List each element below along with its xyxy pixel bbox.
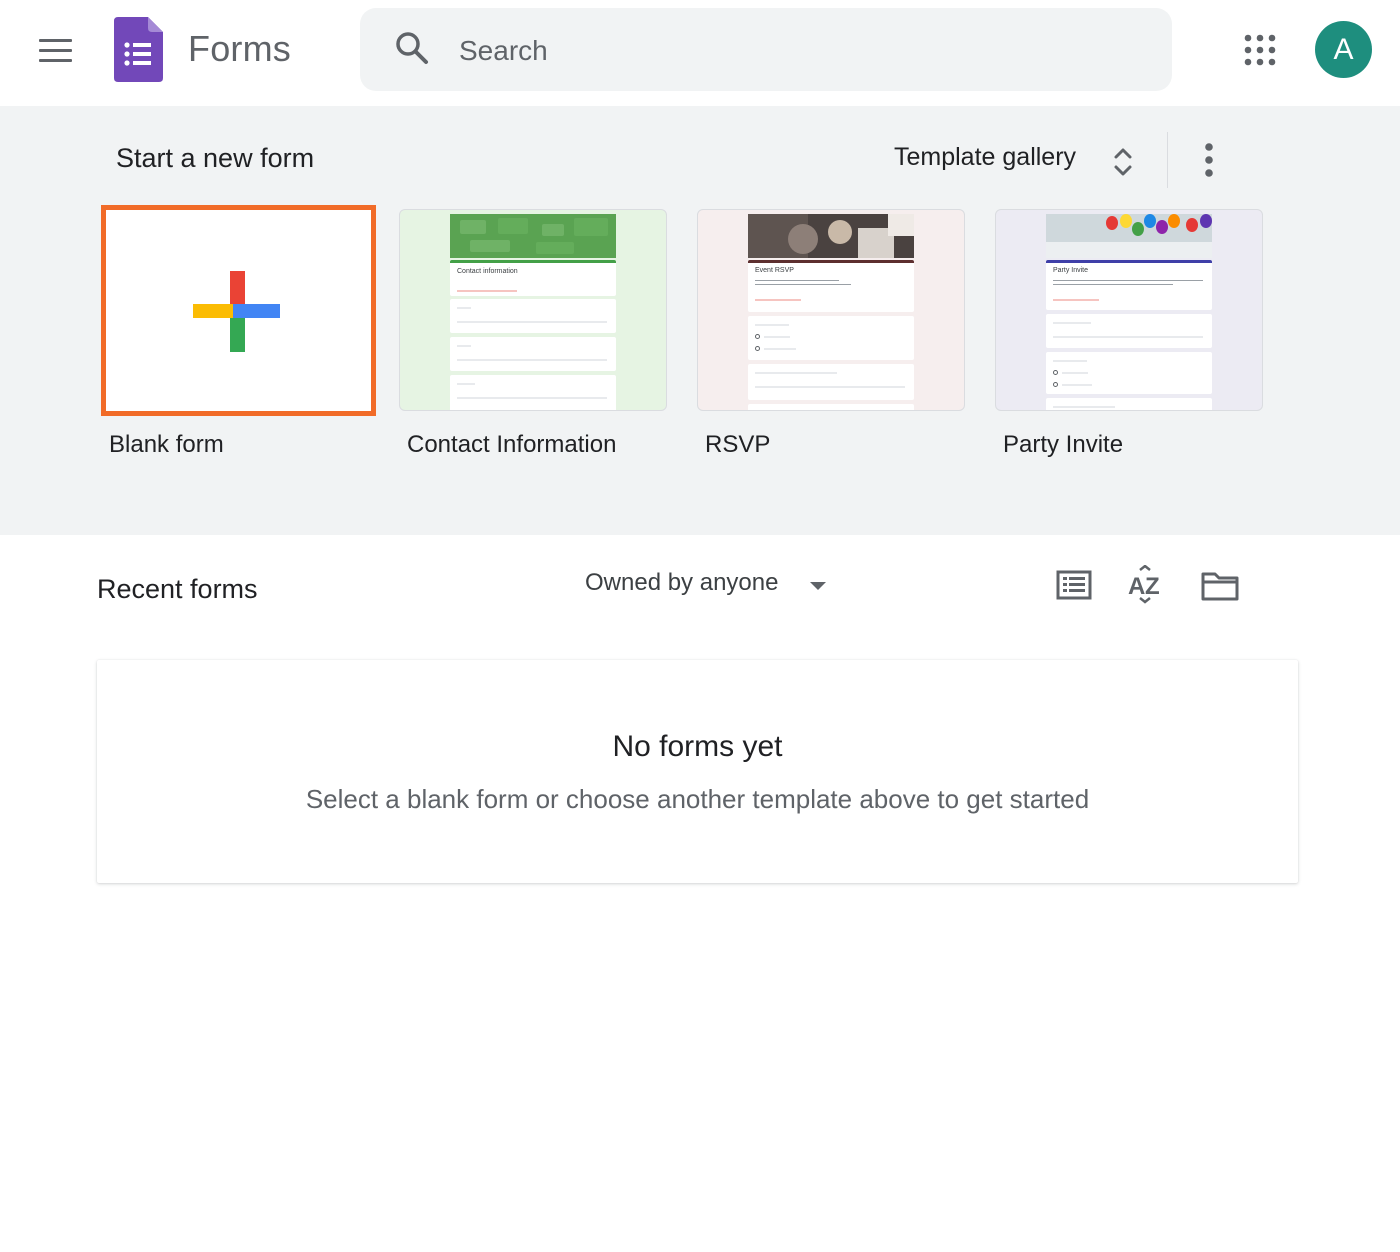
- folder-icon[interactable]: [1200, 566, 1240, 606]
- main-menu-icon[interactable]: [30, 30, 80, 70]
- unfold-more-icon[interactable]: [1112, 145, 1134, 179]
- app-title[interactable]: Forms: [188, 28, 291, 70]
- forms-logo-icon[interactable]: [114, 17, 163, 82]
- account-avatar[interactable]: A: [1315, 21, 1372, 78]
- owner-filter-dropdown[interactable]: Owned by anyone: [585, 569, 778, 597]
- empty-state-subtitle: Select a blank form or choose another te…: [305, 784, 1090, 814]
- template-contact-information[interactable]: Contact information: [399, 209, 667, 411]
- divider: [1167, 132, 1168, 188]
- template-rsvp[interactable]: Event RSVP: [697, 209, 965, 411]
- search-icon[interactable]: [394, 30, 430, 66]
- template-label-contact-information[interactable]: Contact Information: [407, 431, 616, 459]
- svg-text:A: A: [1128, 573, 1145, 600]
- template-party-invite[interactable]: Party Invite: [995, 209, 1263, 411]
- section-title-recent-forms: Recent forms: [97, 574, 258, 604]
- template-header-image: [748, 214, 914, 258]
- template-label-party-invite[interactable]: Party Invite: [1003, 431, 1123, 459]
- svg-text:Z: Z: [1145, 573, 1160, 600]
- plus-icon: [193, 271, 280, 352]
- empty-state-title: No forms yet: [612, 730, 783, 763]
- template-gallery-button[interactable]: Template gallery: [894, 143, 1076, 179]
- search-input[interactable]: [459, 26, 1139, 76]
- section-title-new-form: Start a new form: [116, 143, 315, 173]
- top-app-bar: Forms A: [0, 0, 1400, 104]
- template-label-rsvp[interactable]: RSVP: [705, 431, 770, 459]
- empty-state-card: No forms yet Select a blank form or choo…: [97, 660, 1298, 883]
- template-header-image: [1046, 214, 1212, 258]
- arrow-drop-down-icon[interactable]: [808, 580, 828, 592]
- google-apps-icon[interactable]: [1240, 30, 1280, 70]
- template-label-blank[interactable]: Blank form: [109, 431, 224, 459]
- list-view-icon[interactable]: [1054, 566, 1094, 606]
- sort-az-icon[interactable]: A Z: [1126, 565, 1166, 605]
- template-blank-form[interactable]: [101, 205, 376, 416]
- template-header-image: [450, 214, 616, 258]
- more-vert-icon[interactable]: [1196, 140, 1222, 180]
